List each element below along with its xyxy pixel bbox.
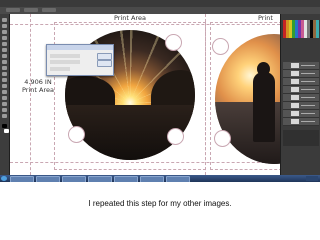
- person-silhouette: [253, 72, 275, 142]
- layer-row[interactable]: [283, 62, 319, 70]
- background-color-swatch[interactable]: [4, 129, 9, 133]
- pen-tool-icon[interactable]: [2, 84, 7, 88]
- guide-line: [30, 14, 31, 175]
- layer-thumbnail: [291, 119, 299, 124]
- layer-name: [301, 113, 315, 114]
- cancel-button[interactable]: [97, 60, 112, 67]
- options-control[interactable]: [6, 8, 20, 12]
- print-area-label: Print: [258, 14, 273, 22]
- layer-row[interactable]: [283, 86, 319, 94]
- layer-row[interactable]: [283, 102, 319, 110]
- move-tool-icon[interactable]: [2, 18, 7, 22]
- magic-wand-tool-icon[interactable]: [2, 36, 7, 40]
- dialog-titlebar[interactable]: [47, 45, 113, 50]
- taskbar-item[interactable]: [36, 176, 60, 182]
- layer-name: [301, 65, 315, 66]
- layer-thumbnail: [291, 87, 299, 92]
- layer-thumbnail: [291, 95, 299, 100]
- photoshop-screenshot: Print Area Print 4.906 IN Print Area: [0, 0, 320, 182]
- path-tool-icon[interactable]: [2, 96, 7, 100]
- taskbar-item[interactable]: [166, 176, 190, 182]
- dialog-checkbox[interactable]: [50, 67, 70, 71]
- layer-thumbnail: [291, 63, 299, 68]
- layer-row[interactable]: [283, 118, 319, 126]
- layer-name: [301, 81, 315, 82]
- shape-tool-icon[interactable]: [2, 102, 7, 106]
- caption-text: I repeated this step for my other images…: [88, 199, 232, 208]
- tools-panel: [0, 14, 10, 178]
- layer-name: [301, 121, 315, 122]
- circle-notch: [68, 126, 85, 143]
- right-panels: [280, 14, 320, 178]
- brush-tool-icon[interactable]: [2, 54, 7, 58]
- gradient-tool-icon[interactable]: [2, 72, 7, 76]
- zoom-tool-icon[interactable]: [2, 114, 7, 118]
- layer-name: [301, 105, 315, 106]
- dialog-field[interactable]: [50, 60, 80, 64]
- windows-taskbar: [0, 175, 320, 182]
- eraser-tool-icon[interactable]: [2, 66, 7, 70]
- ok-button[interactable]: [97, 53, 112, 60]
- panel-footer: [283, 130, 319, 146]
- taskbar-item[interactable]: [140, 176, 164, 182]
- circle-notch: [167, 128, 184, 145]
- print-size-value: 4.906 IN: [24, 78, 52, 86]
- taskbar-item[interactable]: [88, 176, 112, 182]
- document-canvas[interactable]: Print Area Print 4.906 IN Print Area: [10, 14, 280, 175]
- circle-notch: [214, 130, 231, 147]
- layer-name: [301, 97, 315, 98]
- layer-row[interactable]: [283, 78, 319, 86]
- taskbar-clock: [306, 176, 318, 181]
- layer-thumbnail: [291, 111, 299, 116]
- layer-row[interactable]: [283, 110, 319, 118]
- hand-tool-icon[interactable]: [2, 108, 7, 112]
- layer-thumbnail: [291, 103, 299, 108]
- layer-name: [301, 89, 315, 90]
- layer-name: [301, 73, 315, 74]
- options-control[interactable]: [42, 8, 56, 12]
- dodge-tool-icon[interactable]: [2, 78, 7, 82]
- stamp-tool-icon[interactable]: [2, 60, 7, 64]
- windows-start-icon[interactable]: [1, 176, 7, 181]
- resize-dialog[interactable]: [46, 44, 114, 76]
- taskbar-item[interactable]: [10, 176, 34, 182]
- type-tool-icon[interactable]: [2, 90, 7, 94]
- eyedropper-tool-icon[interactable]: [2, 48, 7, 52]
- print-size-caption: Print Area: [22, 86, 54, 94]
- menu-bar: [0, 0, 320, 7]
- taskbar-item[interactable]: [114, 176, 138, 182]
- print-size-label: 4.906 IN Print Area: [22, 78, 54, 94]
- circle-notch: [165, 34, 182, 51]
- layer-row[interactable]: [283, 70, 319, 78]
- lasso-tool-icon[interactable]: [2, 30, 7, 34]
- taskbar-item[interactable]: [62, 176, 86, 182]
- layer-row[interactable]: [283, 94, 319, 102]
- swatches-panel[interactable]: [283, 20, 319, 38]
- marquee-tool-icon[interactable]: [2, 24, 7, 28]
- print-area-label: Print Area: [114, 14, 146, 22]
- layer-thumbnail: [291, 79, 299, 84]
- circle-notch: [212, 38, 229, 55]
- foreground-color-swatch[interactable]: [2, 124, 7, 128]
- layer-thumbnail: [291, 71, 299, 76]
- dialog-field[interactable]: [50, 54, 80, 58]
- crop-tool-icon[interactable]: [2, 42, 7, 46]
- options-control[interactable]: [24, 8, 38, 12]
